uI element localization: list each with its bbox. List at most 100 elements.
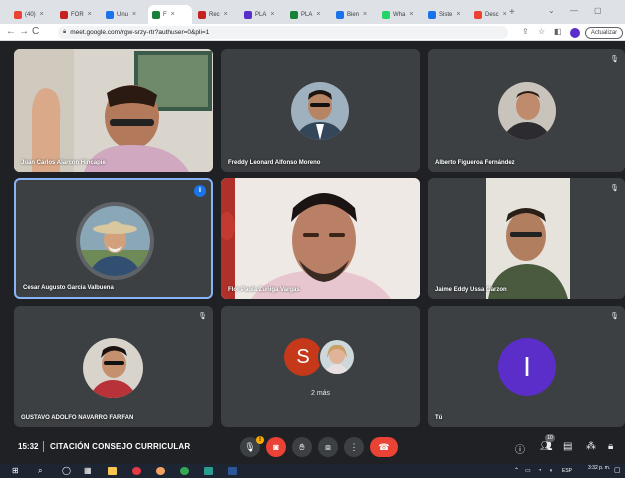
close-tab-icon[interactable]: × [409, 11, 413, 18]
participant-tile[interactable]: ⦀ Cesar Augusto Garcia Valbuena [14, 178, 213, 299]
search-icon[interactable]: ⌕ [38, 466, 42, 476]
url-text: meet.google.com/rgw-srzy-rtr?authuser=0&… [70, 29, 210, 36]
participant-tile[interactable]: Juan Carlos Alarcon Hincapie [14, 49, 213, 172]
present-icon: ⧈ [325, 441, 331, 452]
file-explorer-icon[interactable] [108, 467, 117, 475]
end-call-button[interactable]: ☎︎ [370, 437, 398, 457]
meeting-title: CITACIÓN CONSEJO CURRICULAR [50, 442, 191, 451]
forward-icon[interactable]: → [19, 26, 29, 38]
windows-taskbar: ⊞ ⌕ ◯ ▦ ⌃ ▭ ◔ ◖ ESP 3:32 p. m. ▢ [0, 464, 625, 478]
divider [43, 441, 44, 452]
profile-avatar[interactable] [570, 28, 580, 38]
participant-name: Freddy Leonard Alfonso Moreno [228, 160, 321, 166]
close-tab-icon[interactable]: × [40, 11, 44, 18]
tab-label: PLA [255, 11, 267, 18]
browser-icon[interactable] [180, 467, 189, 475]
info-icon[interactable]: ⓘ [515, 441, 525, 456]
browser-tab[interactable]: PLA × [286, 5, 330, 24]
share-icon[interactable]: ⇪ [522, 27, 529, 36]
close-tab-icon[interactable]: × [363, 11, 367, 18]
avatar-photo [498, 82, 556, 140]
close-tab-icon[interactable]: × [224, 11, 228, 18]
more-options-button[interactable]: ⋮ [344, 437, 364, 457]
tab-label: Siste [439, 11, 453, 18]
bookmark-star-icon[interactable]: ☆ [538, 27, 545, 36]
participant-tile[interactable]: 🎙︎ GUSTAVO ADOLFO NAVARRO FARFAN [14, 306, 213, 427]
close-tab-icon[interactable]: × [316, 11, 320, 18]
reload-icon[interactable]: C [32, 26, 39, 38]
participant-name: Cesar Augusto Garcia Valbuena [23, 285, 114, 291]
sidebar-icon[interactable]: ◧ [554, 27, 562, 36]
chrome-icon[interactable] [156, 467, 165, 475]
notification-icon[interactable]: ▢ [614, 466, 621, 476]
app-icon[interactable] [132, 467, 141, 475]
participant-tile[interactable]: 🎙︎ Jaime Eddy Ussa Garzon [428, 178, 625, 299]
close-tab-icon[interactable]: × [132, 11, 136, 18]
avatar: S [284, 338, 322, 376]
tab-favicon-icon [106, 10, 114, 19]
avatar: I [498, 338, 556, 396]
close-tab-icon[interactable]: × [171, 11, 175, 18]
tab-favicon-icon [60, 10, 68, 19]
tab-favicon-icon [474, 10, 482, 19]
update-button[interactable]: Actualizar [585, 27, 623, 39]
tab-label: Bien [347, 11, 360, 18]
participant-name: Jaime Eddy Ussa Garzon [435, 287, 507, 293]
minimize-icon[interactable]: — [570, 6, 578, 15]
mic-icon: 🎙︎ [244, 441, 256, 452]
people-icon[interactable]: 👥︎ [540, 441, 553, 452]
video-feed [486, 178, 570, 299]
more-participants-label: 2 más [311, 390, 331, 397]
browser-tab[interactable]: F × [148, 5, 192, 24]
system-clock[interactable]: 3:32 p. m. [588, 465, 610, 471]
browser-tab[interactable]: (40) × [10, 5, 54, 24]
browser-tab[interactable]: Wha × [378, 5, 422, 24]
browser-tab[interactable]: PLA × [240, 5, 284, 24]
browser-tab[interactable]: Rec × [194, 5, 238, 24]
raise-hand-button[interactable]: ✋︎ [292, 437, 312, 457]
network-icon[interactable]: ▭ [525, 466, 531, 476]
lock-icon[interactable]: 🔒︎ [608, 441, 613, 452]
chat-icon[interactable]: ▤ [563, 441, 572, 452]
tab-label: PLA [301, 11, 313, 18]
browser-tab[interactable]: Desc × [470, 5, 514, 24]
close-tab-icon[interactable]: × [270, 11, 274, 18]
language-indicator[interactable]: ESP [562, 468, 572, 474]
activities-icon[interactable]: ⁂ [586, 441, 596, 452]
camera-button[interactable]: ◙ [266, 437, 286, 457]
windows-start-icon[interactable]: ⊞ [12, 466, 19, 476]
chevron-down-icon[interactable]: ⌄ [548, 6, 555, 15]
participant-tile[interactable]: 🎙︎ Alberto Figueroa Fernández [428, 49, 625, 172]
browser-tab[interactable]: FOR × [56, 5, 100, 24]
self-tile[interactable]: 🎙︎ I Tú [428, 306, 625, 427]
back-icon[interactable]: ← [6, 26, 16, 38]
close-tab-icon[interactable]: × [456, 11, 460, 18]
taskbar-app-icon[interactable]: ▦ [84, 466, 92, 476]
participant-tile[interactable]: Flor Paola Zuñiga Vargas [221, 178, 420, 299]
participant-tile-group[interactable]: S 2 más [221, 306, 420, 427]
tray-chevron-icon[interactable]: ⌃ [514, 466, 519, 476]
present-button[interactable]: ⧈ [318, 437, 338, 457]
volume-icon[interactable]: ◖ [549, 466, 553, 476]
raise-hand-icon: ✋︎ [299, 441, 305, 452]
task-view-icon[interactable]: ◯ [62, 466, 71, 476]
url-field[interactable]: 🔒︎ meet.google.com/rgw-srzy-rtr?authuser… [58, 26, 508, 39]
browser-tab[interactable]: Unu × [102, 5, 146, 24]
meet-stage: Juan Carlos Alarcon Hincapie Freddy Leon… [0, 41, 625, 464]
maximize-icon[interactable]: ▢ [594, 6, 602, 15]
new-tab-button[interactable]: + [509, 7, 515, 18]
browser-tab[interactable]: Bien × [332, 5, 376, 24]
close-tab-icon[interactable]: × [88, 11, 92, 18]
excel-icon[interactable] [204, 467, 213, 475]
close-tab-icon[interactable]: × [503, 11, 507, 18]
participant-tile[interactable]: Freddy Leonard Alfonso Moreno [221, 49, 420, 172]
participant-name: Alberto Figueroa Fernández [435, 160, 515, 166]
tab-label: Desc [485, 11, 499, 18]
wifi-icon[interactable]: ◔ [538, 466, 542, 476]
people-count-badge: 10 [545, 434, 555, 442]
tab-favicon-icon [428, 10, 436, 19]
word-icon[interactable] [228, 467, 237, 475]
participant-name: GUSTAVO ADOLFO NAVARRO FARFAN [21, 415, 134, 421]
browser-tab[interactable]: Siste × [424, 5, 468, 24]
camera-off-icon: ◙ [273, 442, 279, 452]
